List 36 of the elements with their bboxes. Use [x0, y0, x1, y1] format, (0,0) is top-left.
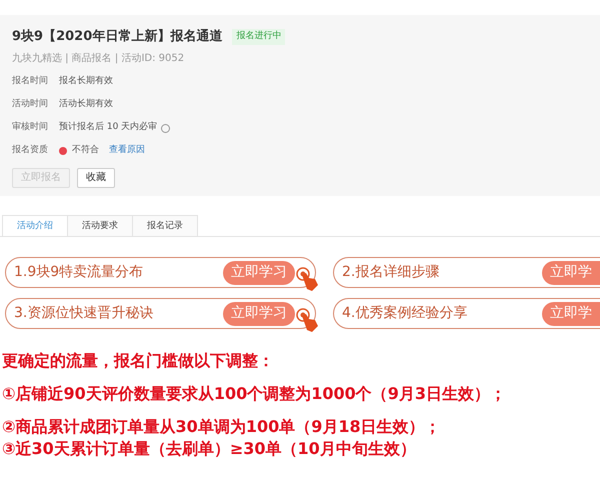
notice-item: ①店铺近90天评价数量要求从100个调整为1000个（9月3日生效）； — [2, 384, 508, 405]
field-label: 报名资质 — [12, 144, 49, 158]
course-title: 3.资源位快速晋升秘诀 — [14, 304, 154, 323]
course-card[interactable]: 2.报名详细步骤 立即学 — [333, 257, 600, 288]
hand-pointer-icon — [295, 266, 321, 292]
notice-item: ②商品累计成团订单量从30单调为100单（9月18日生效）； — [2, 416, 442, 438]
action-button[interactable]: 收藏 — [77, 168, 115, 188]
help-icon[interactable] — [161, 124, 170, 132]
course-card[interactable]: 1.9块9特卖流量分布 立即学习 — [5, 257, 316, 288]
field-value: 活动长期有效 — [59, 98, 113, 112]
course-title: 2.报名详细步骤 — [342, 263, 440, 282]
field-value: 不符合 — [72, 144, 99, 158]
field-value: 预计报名后 10 天内必审 — [59, 121, 158, 134]
activity-subtitle: 九块九精选 | 商品报名 | 活动ID: 9052 — [12, 52, 186, 66]
learn-now-button[interactable]: 立即学 — [542, 260, 600, 284]
learn-now-button[interactable]: 立即学 — [542, 302, 600, 326]
status-badge: 报名进行中 — [232, 29, 286, 44]
field-label: 报名时间 — [12, 75, 49, 88]
tab[interactable]: 活动要求 — [67, 215, 133, 236]
view-reason-link[interactable]: 查看原因 — [109, 144, 145, 158]
field-value: 报名长期有效 — [59, 75, 113, 88]
field-label: 活动时间 — [12, 98, 49, 112]
course-card[interactable]: 3.资源位快速晋升秘诀 立即学习 — [5, 298, 316, 329]
notice-item: ③近30天累计订单量（去刷单）≥30单（10月中旬生效） — [2, 439, 417, 460]
notice-heading: 更确定的流量，报名门槛做以下调整： — [2, 351, 275, 372]
course-title: 4.优秀案例经验分享 — [342, 304, 468, 323]
tab[interactable]: 活动介绍 — [2, 215, 68, 236]
activity-title: 9块9【2020年日常上新】报名通道 — [12, 28, 222, 46]
hand-pointer-icon — [295, 307, 321, 333]
error-icon — [59, 147, 67, 155]
course-title: 1.9块9特卖流量分布 — [14, 263, 144, 282]
field-label: 审核时间 — [12, 121, 49, 134]
learn-now-button[interactable]: 立即学习 — [223, 302, 295, 326]
tab[interactable]: 报名记录 — [132, 215, 198, 236]
course-card[interactable]: 4.优秀案例经验分享 立即学 — [333, 298, 600, 329]
learn-now-button[interactable]: 立即学习 — [223, 260, 295, 284]
